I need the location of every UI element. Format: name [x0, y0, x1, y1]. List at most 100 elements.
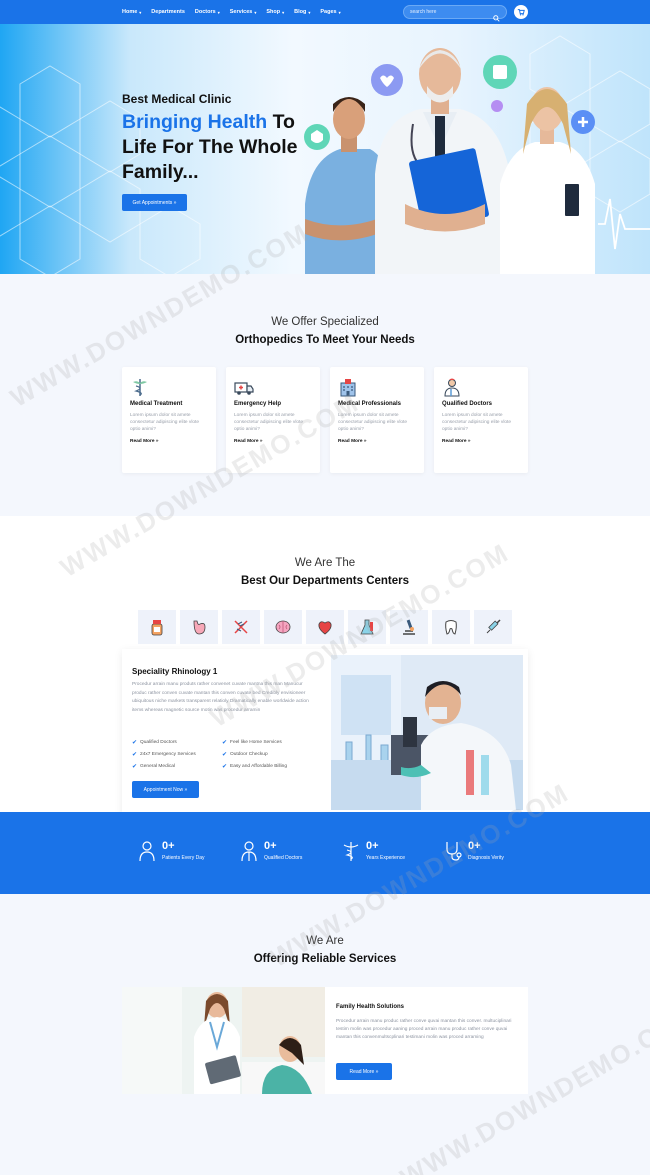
department-title: Speciality Rhinology 1	[132, 667, 218, 676]
department-panel: Speciality Rhinology 1 Procedur arrain m…	[122, 649, 528, 815]
nav-pages[interactable]: Pages ▾	[320, 9, 340, 15]
qualified-doctor-icon	[240, 840, 258, 867]
stat-value: 0+	[162, 840, 175, 852]
hero-title: Bringing Health To Life For The Whole Fa…	[122, 110, 322, 185]
departments-title: Best Our Departments Centers	[240, 575, 410, 587]
card-title: Qualified Doctors	[442, 401, 493, 407]
doctor-icon	[442, 377, 520, 399]
cart-icon[interactable]	[514, 5, 528, 19]
service-card: Qualified Doctors Lorem ipsum dolor sit …	[434, 367, 528, 473]
nav-label: Pages	[320, 9, 337, 15]
nav-label: Blog	[294, 9, 307, 15]
chevron-down-icon: ▾	[217, 9, 220, 15]
read-more-link[interactable]: Read More »	[442, 439, 520, 444]
doctor-patient-photo	[122, 987, 325, 1094]
hero-banner: Best Medical Clinic Bringing Health To L…	[0, 24, 650, 274]
nav-label: Shop	[266, 9, 281, 15]
get-appointments-button[interactable]: Get Appointments »	[122, 194, 187, 211]
chevron-down-icon: ▾	[139, 9, 142, 15]
department-body: Procedur arrain manu produts rather conv…	[132, 682, 309, 713]
nav-label: Home	[122, 9, 138, 15]
stat-label: Diagnosis Verity	[468, 855, 504, 861]
heartbeat-line	[598, 198, 650, 250]
medicine-icon[interactable]	[138, 610, 176, 644]
feature-label: 24x7 Emergency Services	[140, 752, 196, 757]
feature-label: Feel like Home Services	[230, 740, 282, 745]
check-icon: ✔	[132, 752, 138, 758]
card-body: Lorem ipsum dolor sit amete consectetur …	[234, 413, 304, 432]
chevron-down-icon: ▾	[308, 9, 311, 15]
search-input[interactable]	[410, 9, 495, 15]
brain-icon[interactable]	[264, 610, 302, 644]
nav-label: Departments	[151, 9, 185, 15]
stat-label: Qualified Doctors	[264, 855, 303, 861]
feature-item: ✔ Feel like Home Services	[222, 739, 282, 746]
dna-icon[interactable]	[222, 610, 260, 644]
thermometer-icon	[491, 100, 503, 112]
check-icon: ✔	[222, 764, 228, 770]
nav-doctors[interactable]: Doctors ▾	[195, 9, 220, 15]
feature-item: ✔ General Medical	[132, 763, 175, 770]
check-icon: ✔	[132, 740, 138, 746]
read-more-button[interactable]: Read More »	[336, 1063, 392, 1080]
service-card-title: Family Health Solutions	[336, 1004, 405, 1010]
service-card-body: Procedur arrain manu produc rather conve…	[336, 1019, 512, 1041]
caduceus-icon	[342, 840, 360, 867]
services-title: Offering Reliable Services	[253, 953, 397, 965]
microscope-icon[interactable]	[390, 610, 428, 644]
stethoscope-icon	[444, 840, 462, 867]
feature-item: ✔ Outdoor Checkup	[222, 751, 268, 758]
appointment-now-button[interactable]: Appointment Now »	[132, 781, 199, 798]
card-body: Lorem ipsum dolor sit amete consectetur …	[130, 413, 200, 432]
nav-label: Doctors	[194, 9, 216, 15]
card-title: Medical Professionals	[338, 401, 402, 407]
hero-title-highlight: Bringing Health	[122, 111, 268, 133]
check-icon: ✔	[222, 752, 228, 758]
nav-departments[interactable]: Departments	[151, 9, 185, 15]
nav-blog[interactable]: Blog ▾	[294, 9, 310, 15]
read-more-link[interactable]: Read More »	[338, 439, 416, 444]
feature-item: ✔ Qualified Doctors	[132, 739, 177, 746]
nav-home[interactable]: Home ▾	[122, 9, 141, 15]
lab-flask-icon[interactable]	[348, 610, 386, 644]
feature-item: ✔ 24x7 Emergency Services	[132, 751, 196, 758]
offer-kicker: We Offer Specialized	[271, 316, 379, 328]
stat-item: 0+ Patients Every Day	[138, 840, 205, 867]
stat-value: 0+	[468, 840, 481, 852]
nav-label: Services	[229, 9, 253, 15]
stat-value: 0+	[264, 840, 277, 852]
card-title: Emergency Help	[234, 401, 282, 407]
patients-icon	[138, 840, 156, 867]
service-feature-card: Family Health Solutions Procedur arrain …	[122, 987, 528, 1094]
hero-subtitle: Best Medical Clinic	[122, 92, 232, 106]
tooth-icon[interactable]	[432, 610, 470, 644]
stomach-icon[interactable]	[180, 610, 218, 644]
stat-label: Patients Every Day	[162, 855, 205, 861]
caduceus-icon	[130, 377, 208, 399]
heart-icon[interactable]	[306, 610, 344, 644]
ambulance-icon	[234, 377, 312, 399]
top-navbar: Home ▾ Departments Doctors ▾ Services ▾ Sho…	[0, 0, 650, 24]
card-body: Lorem ipsum dolor sit amete consectetur …	[338, 413, 408, 432]
read-more-link[interactable]: Read More »	[130, 439, 208, 444]
chevron-down-icon: ▾	[254, 9, 257, 15]
card-title: Medical Treatment	[130, 401, 183, 407]
service-card: Medical Treatment Lorem ipsum dolor sit …	[122, 367, 216, 473]
chevron-down-icon: ▾	[338, 9, 341, 15]
stats-bar: 0+ Patients Every Day 0+ Qualified Doctors…	[0, 812, 650, 894]
chevron-down-icon: ▾	[282, 9, 285, 15]
doctors-illustration	[304, 48, 650, 274]
check-icon: ✔	[132, 764, 138, 770]
read-more-link[interactable]: Read More »	[234, 439, 312, 444]
feature-label: Outdoor Checkup	[230, 752, 268, 757]
lab-scientist-photo	[331, 655, 523, 810]
services-kicker: We Are	[306, 935, 344, 947]
stat-value: 0+	[366, 840, 379, 852]
syringe-icon[interactable]	[474, 610, 512, 644]
nav-shop[interactable]: Shop ▾	[266, 9, 284, 15]
offer-title: Orthopedics To Meet Your Needs	[235, 334, 415, 346]
stat-label: Years Experience	[366, 855, 406, 861]
service-card: Medical Professionals Lorem ipsum dolor …	[330, 367, 424, 473]
nav-services[interactable]: Services ▾	[230, 9, 257, 15]
feature-label: General Medical	[140, 764, 175, 769]
